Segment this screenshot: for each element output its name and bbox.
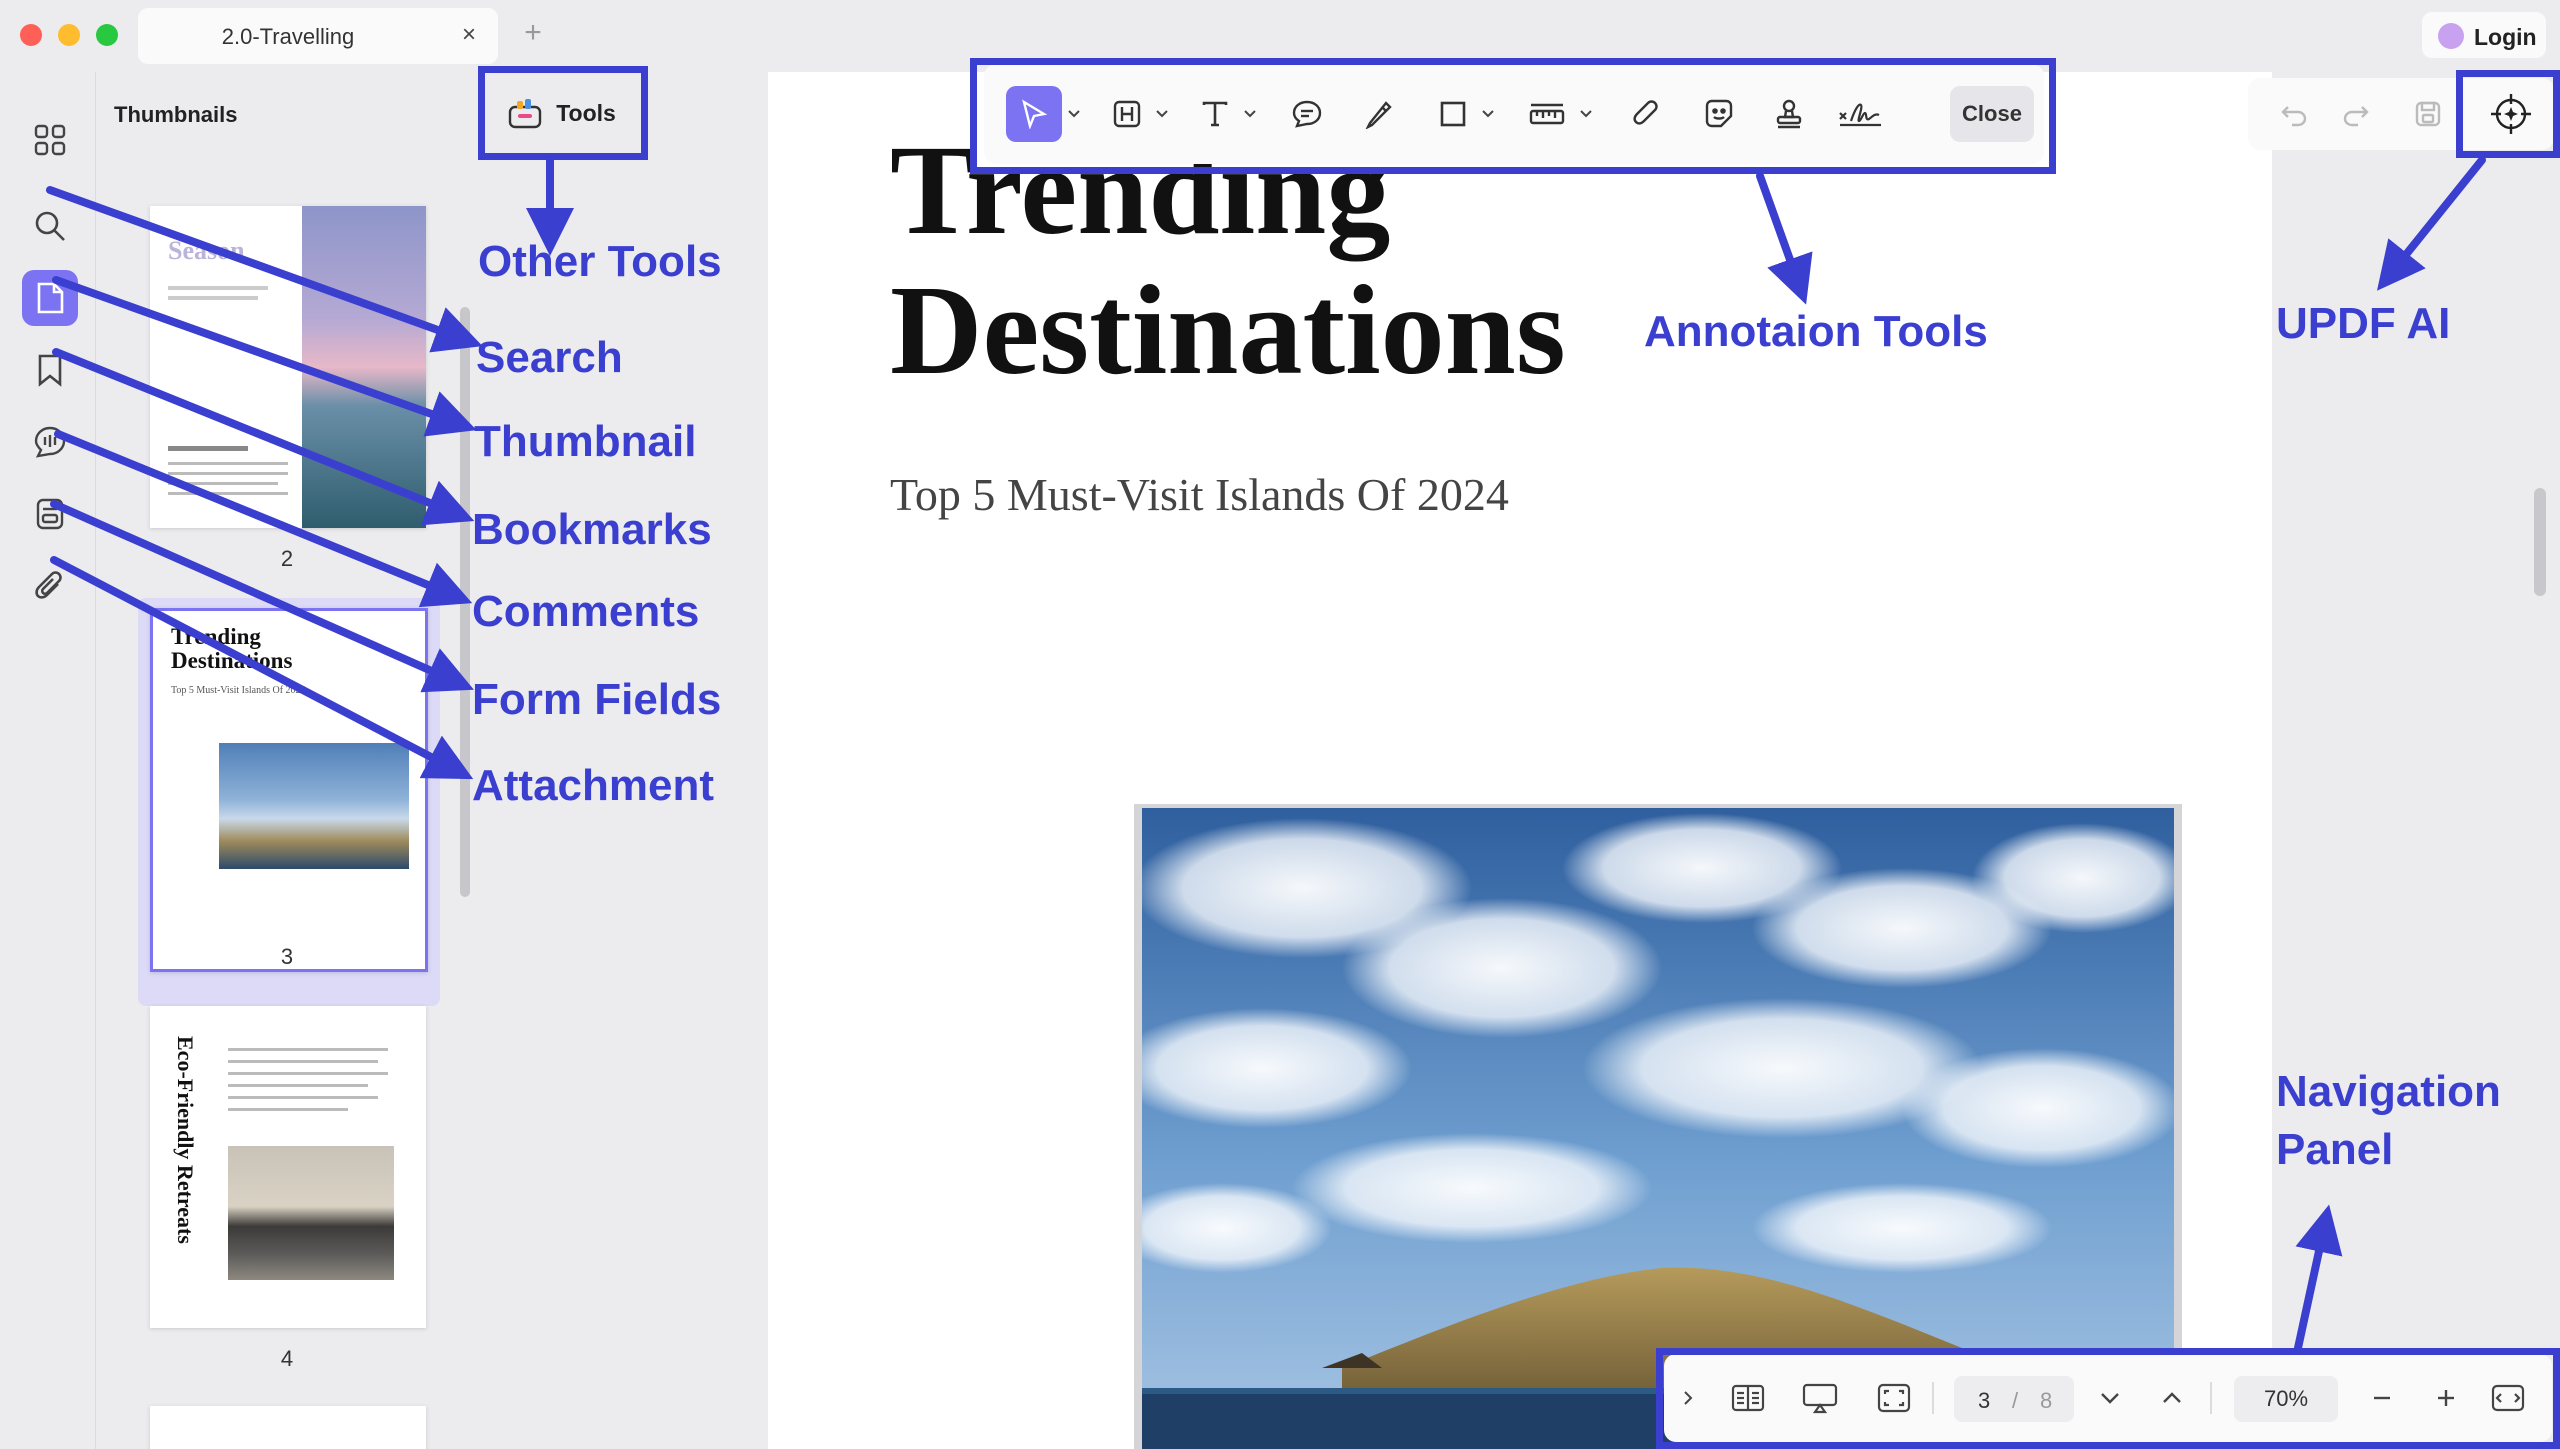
other-tools-label: Other Tools: [478, 237, 722, 286]
comments-label: Comments: [472, 587, 700, 636]
search-label: Search: [476, 333, 623, 382]
bookmarks-label: Bookmarks: [472, 505, 712, 554]
navigation-panel-label-line-2: Panel: [2276, 1125, 2394, 1174]
form-fields-label: Form Fields: [472, 675, 722, 724]
navigation-panel-label-line-1: Navigation: [2276, 1067, 2501, 1116]
updf-ai-label: UPDF AI: [2276, 299, 2451, 348]
annotation-arrows: [46, 156, 2486, 1352]
attachment-label: Attachment: [472, 761, 715, 810]
annotation-tools-label: Annotaion Tools: [1644, 307, 1988, 356]
thumbnail-label: Thumbnail: [474, 417, 697, 466]
